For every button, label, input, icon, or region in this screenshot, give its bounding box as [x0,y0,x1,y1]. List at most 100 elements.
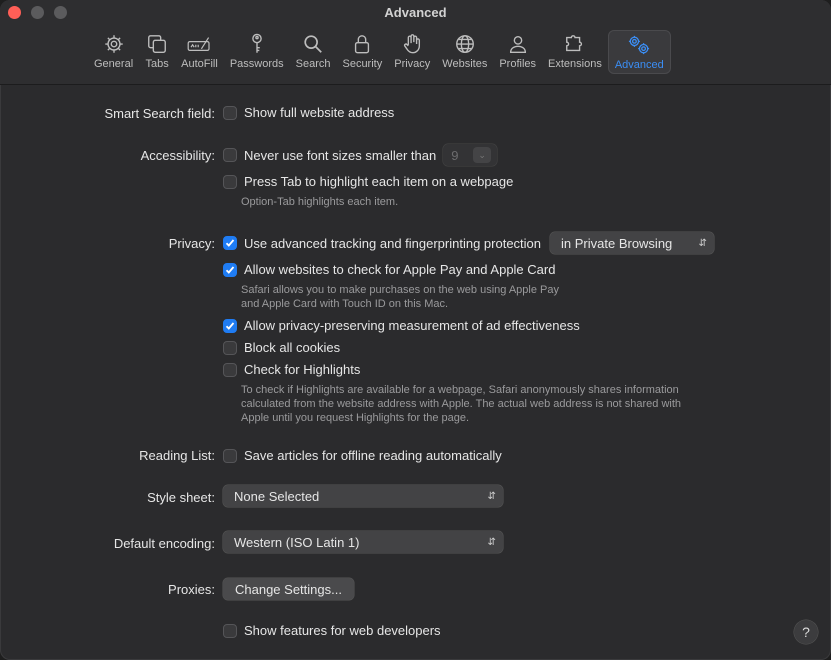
offline-reading-checkbox[interactable] [223,448,237,463]
gears-icon [629,35,650,55]
updown-chevron-icon: ⇵ [698,237,707,249]
change-settings-button[interactable]: Change Settings... [223,578,354,600]
checkmark-icon [225,239,235,247]
default-encoding-popup[interactable]: Western (ISO Latin 1) ⇵ [223,531,503,553]
advanced-tracking-label: Use advanced tracking and fingerprinting… [244,235,542,251]
checkmark-icon [225,265,235,274]
ad-measurement-checkbox[interactable] [223,318,237,333]
tab-general[interactable]: General [88,30,139,74]
titlebar: Advanced General Tabs AutoFill Passwords… [0,0,831,85]
highlights-note: To check if Highlights are available for… [241,383,681,425]
help-button[interactable]: ? [794,620,818,644]
tab-websites[interactable]: Websites [436,30,493,74]
tab-general-label: General [94,58,134,70]
style-sheet-label: Style sheet: [147,490,215,505]
tab-profiles[interactable]: Profiles [493,30,542,74]
ad-measurement-option[interactable]: Allow privacy-preserving measurement of … [223,318,580,333]
apple-pay-option[interactable]: Allow websites to check for Apple Pay an… [223,262,555,277]
chevron-down-icon: ⌄ [473,147,492,163]
tab-advanced[interactable]: Advanced [607,30,671,74]
tab-passwords[interactable]: Passwords [224,30,290,74]
tab-profiles-label: Profiles [499,58,537,70]
advanced-tracking-scope-popup[interactable]: in Private Browsing ⇵ [550,232,715,254]
min-font-size-select[interactable]: 9 ⌄ [443,144,498,166]
press-tab-note: Option-Tab highlights each item. [241,196,399,208]
offline-reading-label: Save articles for offline reading automa… [244,448,502,463]
style-sheet-popup[interactable]: None Selected ⇵ [223,485,503,507]
checkmark-icon [225,321,235,330]
min-font-label: Never use font sizes smaller than [244,147,437,163]
gear-icon [104,35,123,53]
press-tab-label: Press Tab to highlight each item on a we… [244,174,514,189]
show-full-address-option[interactable]: Show full website address [223,105,394,120]
highlights-label: Check for Highlights [244,362,361,377]
preferences-toolbar: General Tabs AutoFill Passwords Search S… [88,30,671,78]
web-developer-option[interactable]: Show features for web developers [223,623,441,638]
web-developer-label: Show features for web developers [244,623,441,638]
highlights-note-line: calculated from the website address with… [241,398,682,410]
tab-tabs[interactable]: Tabs [139,30,175,74]
tab-security[interactable]: Security [336,30,388,74]
tab-extensions[interactable]: Extensions [542,30,608,74]
tab-passwords-label: Passwords [229,58,284,70]
show-full-address-label: Show full website address [244,105,395,120]
preferences-window: Advanced General Tabs AutoFill Passwords… [0,0,831,660]
tab-privacy-label: Privacy [394,58,431,70]
advanced-tracking-checkbox[interactable] [223,236,237,250]
default-encoding-value: Western (ISO Latin 1) [234,534,360,550]
autofill-icon [188,37,211,51]
apple-pay-checkbox[interactable] [223,262,237,277]
tab-security-label: Security [342,58,383,70]
tab-search[interactable]: Search [290,30,337,74]
highlights-option[interactable]: Check for Highlights [223,362,360,377]
press-tab-checkbox[interactable] [223,174,237,189]
block-cookies-option[interactable]: Block all cookies [223,340,340,355]
show-full-address-checkbox[interactable] [223,105,237,120]
min-font-option[interactable]: Never use font sizes smaller than 9 ⌄ [223,144,498,166]
min-font-checkbox[interactable] [223,148,237,162]
reading-list-label: Reading List: [139,448,215,463]
tab-advanced-label: Advanced [614,59,664,71]
proxies-row: Change Settings... [223,578,354,600]
apple-pay-note-line: Safari allows you to make purchases on t… [241,284,559,296]
web-developer-checkbox[interactable] [223,623,237,638]
lock-icon [355,35,370,54]
tab-privacy[interactable]: Privacy [388,30,436,74]
tabs-icon [148,35,167,53]
tab-websites-label: Websites [442,58,488,70]
search-icon [304,35,322,53]
advanced-settings-pane: Smart Search field: Show full website ad… [0,85,831,660]
offline-reading-option[interactable]: Save articles for offline reading automa… [223,448,502,463]
advanced-tracking-scope-value: in Private Browsing [561,235,673,251]
updown-chevron-icon: ⇵ [487,536,496,548]
accessibility-label: Accessibility: [140,148,215,163]
block-cookies-label: Block all cookies [244,340,341,355]
tab-autofill[interactable]: AutoFill [175,30,224,74]
min-font-size-value: 9 [451,147,459,163]
apple-pay-note-line: and Apple Card with Touch ID on this Mac… [241,298,449,310]
person-icon [509,35,526,53]
style-sheet-value: None Selected [234,488,320,504]
default-encoding-row: Western (ISO Latin 1) ⇵ [223,531,503,553]
ad-measurement-label: Allow privacy-preserving measurement of … [244,318,580,333]
block-cookies-checkbox[interactable] [223,340,237,355]
hand-icon [404,34,421,54]
smart-search-label: Smart Search field: [104,106,215,121]
advanced-tracking-option[interactable]: Use advanced tracking and fingerprinting… [223,232,715,254]
key-icon [251,33,262,53]
press-tab-option[interactable]: Press Tab to highlight each item on a we… [223,174,513,189]
tab-autofill-label: AutoFill [181,58,218,70]
tab-extensions-label: Extensions [548,58,602,70]
proxies-label: Proxies: [168,582,215,597]
highlights-note-line: To check if Highlights are available for… [241,384,679,396]
apple-pay-label: Allow websites to check for Apple Pay an… [244,262,556,277]
default-encoding-label: Default encoding: [113,536,215,551]
updown-chevron-icon: ⇵ [487,490,496,502]
highlights-note-line: Apple until you request Highlights for t… [241,412,470,424]
privacy-label: Privacy: [168,236,215,251]
highlights-checkbox[interactable] [223,362,237,377]
apple-pay-note: Safari allows you to make purchases on t… [241,283,559,311]
tab-search-label: Search [295,58,331,70]
tab-tabs-label: Tabs [145,58,169,70]
style-sheet-row: None Selected ⇵ [223,485,503,507]
